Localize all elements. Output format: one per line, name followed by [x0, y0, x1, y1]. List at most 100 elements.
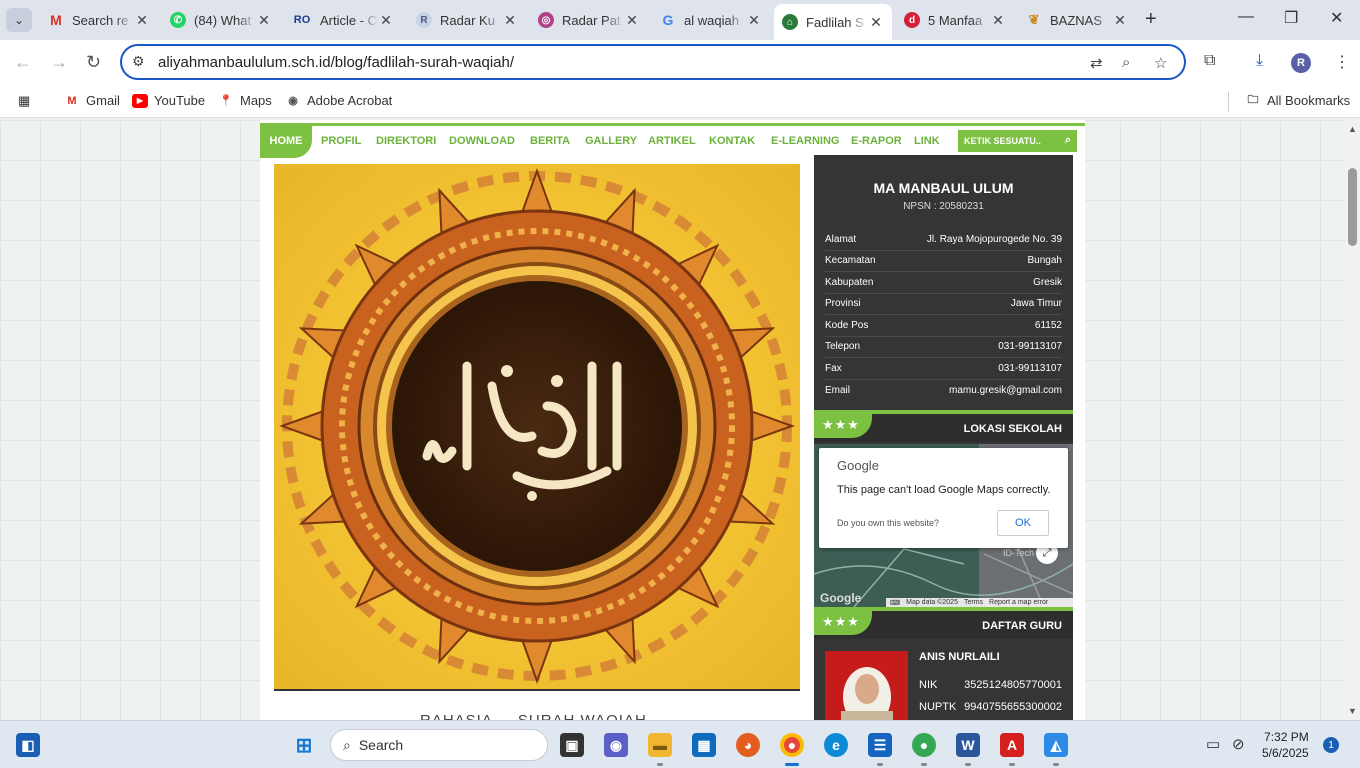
apps-icon[interactable]: ▦	[18, 93, 30, 109]
site-info-icon[interactable]: ⚙	[132, 53, 145, 70]
info-row: Alamat Jl. Raya Mojopurogede No. 39	[825, 229, 1062, 251]
tab-gmail[interactable]: M Search re ✕	[40, 6, 158, 34]
map-report-link[interactable]: Report a map error	[989, 599, 1048, 606]
tab-title: Radar Pat	[562, 12, 621, 28]
scroll-up-icon[interactable]: ▲	[1348, 124, 1357, 134]
tab-whatsapp[interactable]: ✆ (84) What ✕	[162, 6, 280, 34]
new-tab-button[interactable]: +	[1145, 8, 1157, 31]
photos-icon[interactable]: ◭	[1044, 733, 1068, 757]
back-button[interactable]: ←	[14, 52, 32, 73]
address-bar[interactable]: ⚙ aliyahmanbaululum.sch.id/blog/fadlilah…	[120, 44, 1186, 80]
bookmark-maps[interactable]: 📍 Maps	[218, 93, 272, 108]
nav-e-learning[interactable]: E-LEARNING	[771, 135, 839, 147]
bookmark-star-icon[interactable]: ☆	[1154, 54, 1167, 72]
tab-search-button[interactable]: ⌄	[6, 8, 32, 32]
page-viewport: HOME PROFIL DIREKTORI DOWNLOAD BERITA GA…	[0, 120, 1345, 720]
info-email-link[interactable]: mamu.gresik@gmail.com	[949, 385, 1062, 396]
tab-radar-pat[interactable]: ◎ Radar Pat ✕	[530, 6, 648, 34]
tab-fadlilah-active[interactable]: ⌂ Fadlilah S ✕	[774, 4, 892, 40]
close-tab-icon[interactable]: ✕	[1112, 12, 1128, 29]
map-terms-link[interactable]: Terms	[964, 599, 983, 606]
teams-icon[interactable]: ◉	[604, 733, 628, 757]
edge-icon[interactable]: e	[824, 733, 848, 757]
system-clock[interactable]: 7:32 PM 5/6/2025	[1262, 729, 1309, 761]
store-icon[interactable]: ▦	[692, 733, 716, 757]
scrollbar-thumb[interactable]	[1348, 168, 1357, 246]
radar-pat-icon: ◎	[538, 12, 554, 28]
dialog-ok-button[interactable]: OK	[997, 510, 1049, 536]
keyboard-icon[interactable]: ⌨	[890, 599, 900, 607]
tab-strip: ⌄ M Search re ✕ ✆ (84) What ✕ RO Article…	[0, 0, 1360, 40]
extensions-icon[interactable]: ⧉	[1204, 52, 1215, 70]
reload-button[interactable]: ↻	[86, 52, 101, 73]
menu-icon[interactable]: ⋮	[1334, 52, 1350, 72]
tab-al-waqiah[interactable]: G al waqiah ✕	[652, 6, 770, 34]
close-tab-icon[interactable]: ✕	[624, 12, 640, 29]
google-map-embed[interactable]: ID-Tech ⤢ Google This page can't load Go…	[814, 444, 1073, 607]
forward-button[interactable]: →	[50, 52, 68, 73]
info-row: Fax 031-99113107	[825, 358, 1062, 380]
restore-button[interactable]: ❐	[1284, 8, 1298, 28]
start-icon[interactable]: ⊞	[292, 733, 316, 757]
file-explorer-icon[interactable]: ▬	[648, 733, 672, 757]
google-logo: Google	[837, 458, 879, 473]
nav-kontak[interactable]: KONTAK	[709, 135, 755, 147]
notepad-icon[interactable]: ☰	[868, 733, 892, 757]
tab-radar-ku[interactable]: R Radar Ku ✕	[408, 6, 526, 34]
site-search-input[interactable]: KETIK SESUATU.. ⌕	[958, 130, 1077, 152]
nav-link[interactable]: LINK	[914, 135, 940, 147]
network-off-icon[interactable]: ⊘	[1232, 735, 1245, 753]
url-text[interactable]: aliyahmanbaululum.sch.id/blog/fadlilah-s…	[158, 54, 514, 71]
translate-icon[interactable]: ⇄	[1090, 54, 1103, 72]
close-tab-icon[interactable]: ✕	[134, 12, 150, 29]
minimize-button[interactable]: —	[1238, 8, 1254, 26]
bookmark-gmail[interactable]: M Gmail	[64, 93, 120, 108]
close-tab-icon[interactable]: ✕	[746, 12, 762, 29]
map-data-label: Map data ©2025	[906, 599, 958, 606]
info-row: Kode Pos 61152	[825, 315, 1062, 337]
article-hero-image	[274, 164, 800, 691]
nav-artikel[interactable]: ARTIKEL	[648, 135, 696, 147]
info-row: Provinsi Jawa Timur	[825, 294, 1062, 315]
taskbar-search-label: Search	[358, 737, 404, 753]
close-tab-icon[interactable]: ✕	[990, 12, 1006, 29]
taskbar-search[interactable]: ⌕ Search	[330, 729, 548, 761]
chrome-icon[interactable]: ●	[780, 733, 804, 757]
scroll-down-icon[interactable]: ▼	[1348, 706, 1357, 716]
info-label: Kode Pos	[825, 319, 869, 331]
tab-title: Article - C	[320, 12, 378, 28]
close-tab-icon[interactable]: ✕	[502, 12, 518, 29]
zoom-icon[interactable]: ⌕	[1122, 54, 1130, 71]
widgets-icon[interactable]: ◧	[16, 733, 40, 757]
nav-download[interactable]: DOWNLOAD	[449, 135, 515, 147]
nav-profil[interactable]: PROFIL	[321, 135, 361, 147]
download-icon[interactable]: ⤓	[1256, 52, 1263, 70]
firefox-icon[interactable]: ◕	[736, 733, 760, 757]
tab-manfaat[interactable]: d 5 Manfaa ✕	[896, 6, 1014, 34]
nav-e-rapor[interactable]: E-RAPOR	[851, 135, 902, 147]
tab-article[interactable]: RO Article - C ✕	[284, 6, 402, 34]
close-tab-icon[interactable]: ✕	[256, 12, 272, 29]
nav-berita[interactable]: BERITA	[530, 135, 570, 147]
bookmark-youtube[interactable]: ▶ YouTube	[132, 93, 205, 108]
chrome-profile-icon[interactable]: ●	[912, 733, 936, 757]
display-icon[interactable]: ▭	[1206, 735, 1220, 753]
close-tab-icon[interactable]: ✕	[378, 12, 394, 29]
word-icon[interactable]: W	[956, 733, 980, 757]
bookmark-acrobat[interactable]: ◉ Adobe Acrobat	[285, 93, 392, 108]
task-view-icon[interactable]: ▣	[560, 733, 584, 757]
notification-badge[interactable]: 1	[1323, 737, 1339, 753]
close-window-button[interactable]: ✕	[1330, 8, 1343, 28]
page-scrollbar[interactable]: ▲ ▼	[1345, 120, 1360, 720]
nav-direktori[interactable]: DIREKTORI	[376, 135, 436, 147]
nav-home[interactable]: HOME	[260, 123, 312, 158]
clock-time: 7:32 PM	[1264, 730, 1309, 744]
nav-gallery[interactable]: GALLERY	[585, 135, 637, 147]
profile-avatar[interactable]: R	[1291, 53, 1311, 73]
search-icon[interactable]: ⌕	[1065, 134, 1071, 147]
all-bookmarks-button[interactable]: 🗀 All Bookmarks	[1245, 93, 1351, 108]
acrobat-icon[interactable]: A	[1000, 733, 1024, 757]
close-tab-icon[interactable]: ✕	[868, 14, 884, 31]
dialog-question[interactable]: Do you own this website?	[837, 518, 939, 528]
tab-baznas[interactable]: ❦ BAZNAS ✕	[1018, 6, 1136, 34]
